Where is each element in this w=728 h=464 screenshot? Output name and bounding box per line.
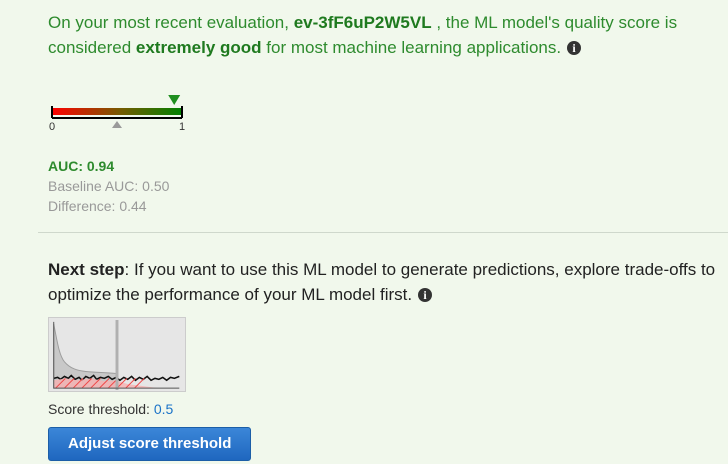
auc-metrics: AUC: 0.94 Baseline AUC: 0.50 Difference:… xyxy=(48,156,169,216)
section-divider xyxy=(38,232,728,233)
next-step-section: Next step: If you want to use this ML mo… xyxy=(48,257,723,461)
quality-label: extremely good xyxy=(135,38,262,57)
info-icon[interactable]: i xyxy=(418,288,433,302)
auc-value: AUC: 0.94 xyxy=(48,158,115,174)
evaluation-prefix: On your most recent evaluation, xyxy=(48,13,294,32)
adjust-score-threshold-button[interactable]: Adjust score threshold xyxy=(48,427,252,461)
auc-difference: Difference: 0.44 xyxy=(48,198,147,214)
baseline-auc-marker xyxy=(112,121,122,128)
auc-gradient-bar xyxy=(52,108,182,115)
baseline-auc: Baseline AUC: 0.50 xyxy=(48,178,170,194)
next-step-label: Next step xyxy=(48,260,125,279)
evaluation-id: ev-3fF6uP2W5VL xyxy=(293,13,432,32)
gauge-min-label: 0 xyxy=(49,121,55,132)
next-step-message: Next step: If you want to use this ML mo… xyxy=(48,257,723,307)
evaluation-suffix: for most machine learning applications. xyxy=(261,38,562,57)
score-threshold-value: 0.5 xyxy=(153,401,174,417)
gauge-max-label: 1 xyxy=(179,121,185,132)
model-auc-marker xyxy=(168,95,181,105)
auc-quality-gauge: 0 1 xyxy=(49,95,185,132)
info-icon[interactable]: i xyxy=(567,41,582,55)
score-threshold-chart-thumbnail[interactable] xyxy=(48,317,186,392)
ml-model-evaluation-summary: On your most recent evaluation, ev-3fF6u… xyxy=(0,0,728,464)
evaluation-summary: On your most recent evaluation, ev-3fF6u… xyxy=(48,10,720,214)
score-threshold: Score threshold: 0.5 xyxy=(48,399,173,419)
evaluation-message: On your most recent evaluation, ev-3fF6u… xyxy=(48,10,720,60)
next-step-text: : If you want to use this ML model to ge… xyxy=(48,260,716,304)
score-threshold-label: Score threshold: xyxy=(48,401,154,417)
